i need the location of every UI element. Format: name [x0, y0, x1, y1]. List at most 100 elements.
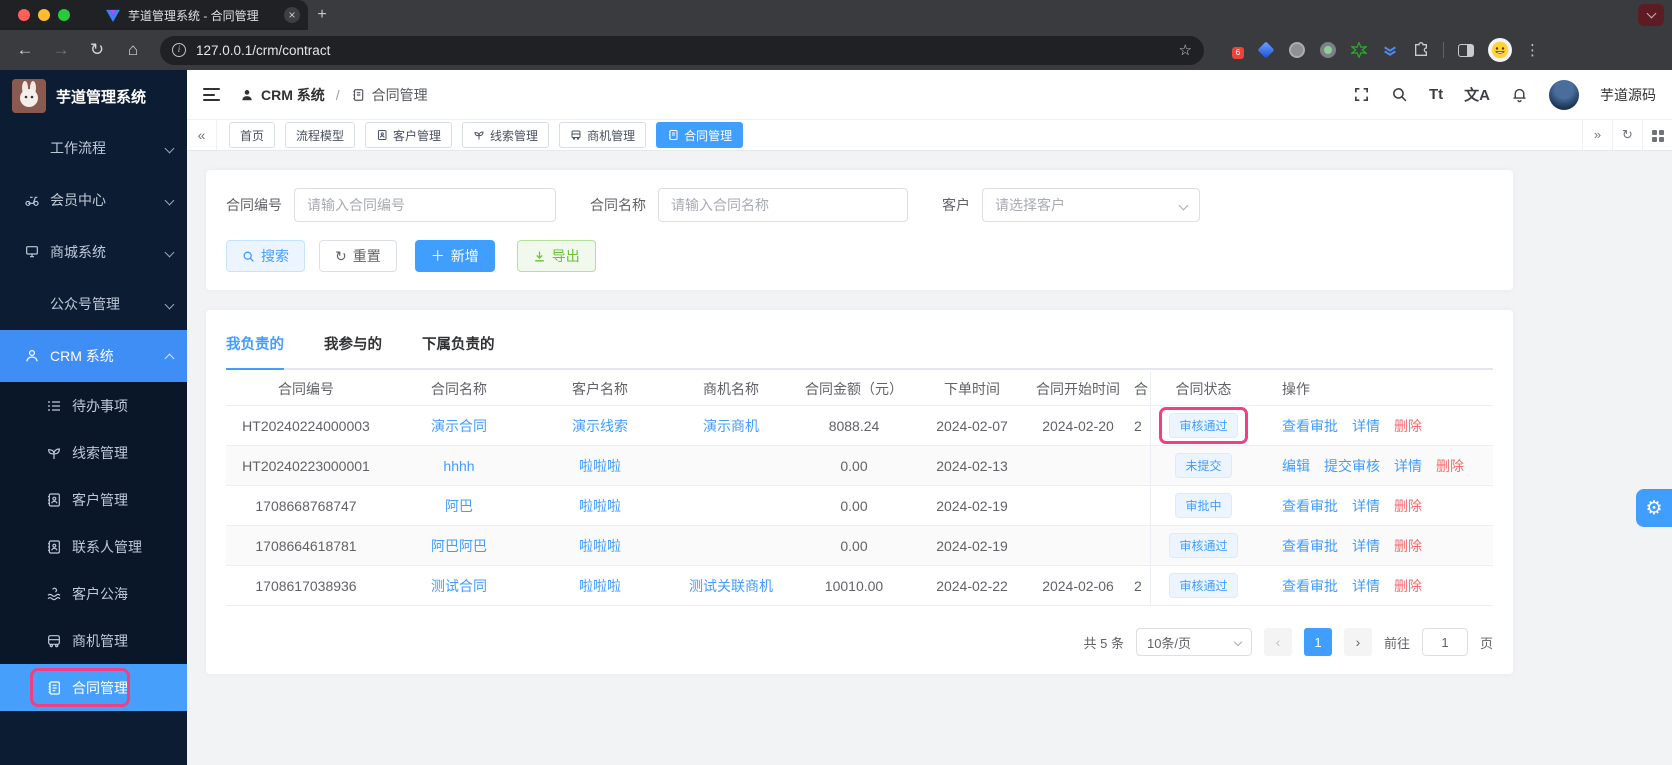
customer-name-link[interactable]: 演示线索 [572, 418, 628, 434]
settings-gear-button[interactable]: ⚙ [1636, 489, 1672, 527]
export-button[interactable]: 导出 [516, 240, 596, 272]
home-icon[interactable]: ⌂ [118, 35, 148, 65]
contract-no-input[interactable] [294, 188, 556, 222]
tag-business-management[interactable]: 商机管理 [559, 122, 647, 148]
detail-link[interactable]: 详情 [1352, 576, 1380, 596]
site-info-icon[interactable]: i [172, 43, 186, 57]
sidebar-item-member-center[interactable]: 会员中心 [0, 174, 187, 226]
bell-icon[interactable] [1511, 86, 1528, 103]
forward-icon[interactable]: → [46, 35, 76, 65]
reload-icon[interactable]: ↻ [82, 35, 112, 65]
sidebar-item-official-account[interactable]: 公众号管理 [0, 278, 187, 330]
sidebar-item-customer-management[interactable]: 客户管理 [0, 476, 187, 523]
view-approval-link[interactable]: 查看审批 [1282, 496, 1338, 516]
contract-name-link[interactable]: hhhh [443, 458, 474, 474]
collapse-menu-icon[interactable] [203, 88, 220, 101]
sidebar-item-crm-system[interactable]: CRM 系统 [0, 330, 187, 382]
customer-select[interactable]: 请选择客户 [982, 188, 1200, 222]
extension-green-dot-icon[interactable] [1319, 41, 1337, 59]
business-name-link[interactable]: 测试关联商机 [689, 578, 773, 594]
tab-subordinate[interactable]: 下属负责的 [422, 320, 495, 368]
fullscreen-icon[interactable] [1353, 86, 1370, 103]
contract-name-link[interactable]: 演示合同 [431, 418, 487, 434]
back-icon[interactable]: ← [10, 35, 40, 65]
tags-scroll-right-icon[interactable]: » [1582, 120, 1612, 150]
contract-name-input[interactable] [658, 188, 908, 222]
tags-scroll-left-icon[interactable]: « [187, 120, 217, 150]
add-button[interactable]: ＋ 新增 [414, 240, 495, 272]
layout-grid-icon[interactable] [1642, 120, 1672, 150]
extension-gray-circle-icon[interactable] [1288, 41, 1306, 59]
tag-clue-management[interactable]: 线索管理 [462, 122, 550, 148]
contract-name-link[interactable]: 测试合同 [431, 578, 487, 594]
sidebar-item-workflow[interactable]: 工作流程 [0, 122, 187, 174]
sidebar-item-clue-management[interactable]: 线索管理 [0, 429, 187, 476]
extension-red-badge-icon[interactable]: 6 [1226, 41, 1244, 59]
minimize-window-button[interactable] [38, 9, 50, 21]
customer-name-link[interactable]: 啦啦啦 [579, 538, 621, 554]
detail-link[interactable]: 详情 [1352, 536, 1380, 556]
view-approval-link[interactable]: 查看审批 [1282, 416, 1338, 436]
tag-contract-management[interactable]: 合同管理 [656, 122, 744, 148]
username[interactable]: 芋道源码 [1600, 85, 1656, 105]
translate-icon[interactable]: 文A [1464, 84, 1490, 105]
delete-link[interactable]: 删除 [1394, 536, 1422, 556]
tab-my-responsible[interactable]: 我负责的 [226, 320, 284, 370]
submit-approval-link[interactable]: 提交审核 [1324, 456, 1380, 476]
next-page-button[interactable]: › [1343, 628, 1372, 656]
contract-name-link[interactable]: 阿巴阿巴 [431, 538, 487, 554]
delete-link[interactable]: 删除 [1436, 456, 1464, 476]
tag-process-model[interactable]: 流程模型 [285, 122, 356, 148]
tag-home[interactable]: 首页 [229, 122, 276, 148]
sidebar-item-todo[interactable]: 待办事项 [0, 382, 187, 429]
profile-avatar[interactable] [1488, 38, 1512, 62]
tab-close-icon[interactable]: × [284, 7, 300, 23]
sidebar-item-customer-pool[interactable]: 客户公海 [0, 570, 187, 617]
side-panel-icon[interactable] [1457, 41, 1475, 59]
search-icon[interactable] [1391, 86, 1408, 103]
new-tab-button[interactable]: + [308, 0, 336, 30]
business-name-link[interactable]: 演示商机 [703, 418, 759, 434]
goto-page-input[interactable] [1421, 628, 1468, 656]
page-size-select[interactable]: 10条/页 [1135, 628, 1252, 656]
page-number-button[interactable]: 1 [1303, 628, 1332, 656]
tag-customer-management[interactable]: 客户管理 [365, 122, 453, 148]
contract-name-link[interactable]: 阿巴 [445, 498, 473, 514]
detail-link[interactable]: 详情 [1394, 456, 1422, 476]
view-approval-link[interactable]: 查看审批 [1282, 576, 1338, 596]
delete-link[interactable]: 删除 [1394, 416, 1422, 436]
sidebar-item-contact-management[interactable]: 联系人管理 [0, 523, 187, 570]
address-bar[interactable]: i 127.0.0.1/crm/contract ☆ [160, 35, 1204, 65]
bookmark-star-icon[interactable]: ☆ [1179, 41, 1192, 59]
edit-link[interactable]: 编辑 [1282, 456, 1310, 476]
browser-menu-icon[interactable]: ⋮ [1525, 41, 1540, 59]
tab-my-participated[interactable]: 我参与的 [324, 320, 382, 368]
close-window-button[interactable] [18, 9, 30, 21]
view-approval-link[interactable]: 查看审批 [1282, 536, 1338, 556]
extension-green-star-icon[interactable] [1350, 41, 1368, 59]
breadcrumb-root[interactable]: CRM 系统 [261, 85, 325, 105]
prev-page-button[interactable]: ‹ [1263, 628, 1292, 656]
contract-table: 合同编号 合同名称 客户名称 商机名称 合同金额（元） 下单时间 合同开始时间 … [226, 372, 1493, 606]
browser-tab[interactable]: 芋道管理系统 - 合同管理 × [96, 0, 308, 30]
sidebar-item-business-management[interactable]: 商机管理 [0, 617, 187, 664]
sidebar-item-mall-system[interactable]: 商城系统 [0, 226, 187, 278]
sidebar-item-contract-management[interactable]: 合同管理 [0, 664, 187, 711]
customer-name-link[interactable]: 啦啦啦 [579, 578, 621, 594]
search-button[interactable]: 搜索 [226, 240, 305, 272]
customer-name-link[interactable]: 啦啦啦 [579, 458, 621, 474]
detail-link[interactable]: 详情 [1352, 416, 1380, 436]
extension-layers-icon[interactable] [1381, 41, 1399, 59]
reset-button[interactable]: ↻ 重置 [319, 240, 397, 272]
delete-link[interactable]: 删除 [1394, 576, 1422, 596]
extensions-puzzle-icon[interactable] [1412, 41, 1430, 59]
refresh-page-icon[interactable]: ↻ [1612, 120, 1642, 150]
delete-link[interactable]: 删除 [1394, 496, 1422, 516]
maximize-window-button[interactable] [58, 9, 70, 21]
font-size-icon[interactable]: Tt [1429, 86, 1443, 103]
extension-kite-icon[interactable] [1257, 41, 1275, 59]
customer-name-link[interactable]: 啦啦啦 [579, 498, 621, 514]
detail-link[interactable]: 详情 [1352, 496, 1380, 516]
tab-search-button[interactable] [1638, 4, 1664, 26]
user-avatar[interactable] [1549, 79, 1579, 110]
